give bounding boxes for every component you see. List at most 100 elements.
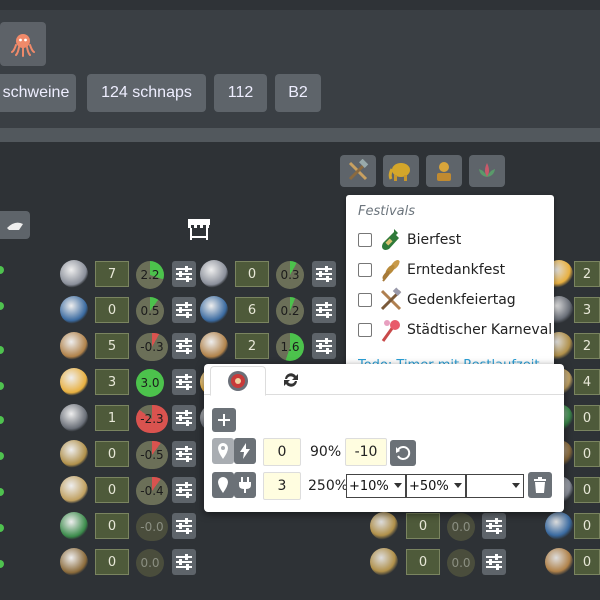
col1-settings-button[interactable] bbox=[172, 513, 196, 539]
col2-balance-indicator: 0.2 bbox=[276, 297, 304, 325]
sliders-icon bbox=[486, 518, 502, 534]
tag-button-b2[interactable]: B2 bbox=[275, 74, 321, 112]
col1-settings-button[interactable] bbox=[172, 441, 196, 467]
lotus-button[interactable] bbox=[469, 155, 505, 187]
festival-item-bierfest[interactable]: Bierfest bbox=[358, 227, 461, 253]
good-icon bbox=[60, 440, 88, 468]
col2-settings-button[interactable] bbox=[312, 297, 336, 323]
festival-item-gedenkfeiertag[interactable]: Gedenkfeiertag bbox=[358, 287, 516, 313]
col4-value[interactable]: 2 bbox=[574, 261, 600, 287]
col1-value[interactable]: 0 bbox=[95, 297, 129, 323]
col1-value[interactable]: 1 bbox=[95, 405, 129, 431]
col1-settings-button[interactable] bbox=[172, 261, 196, 287]
map-pin-icon bbox=[218, 443, 228, 459]
wheat-icon bbox=[382, 260, 400, 282]
sliders-icon bbox=[176, 482, 192, 498]
col1-balance-indicator: -2.3 bbox=[136, 405, 168, 433]
col1-balance-indicator: -0.3 bbox=[136, 333, 168, 361]
col1-settings-button[interactable] bbox=[172, 333, 196, 359]
festivals-header: Festivals bbox=[358, 204, 416, 219]
lightning-icon bbox=[240, 443, 250, 459]
boost-select-1[interactable]: +10% bbox=[346, 474, 406, 498]
festival-label: Gedenkfeiertag bbox=[407, 292, 516, 308]
col3-balance-indicator: 0.0 bbox=[447, 549, 475, 577]
select-value: +50% bbox=[409, 478, 449, 494]
col1-value[interactable]: 0 bbox=[95, 513, 129, 539]
row1-offset-input[interactable]: -10 bbox=[345, 438, 387, 466]
col4-value[interactable]: 2 bbox=[574, 333, 600, 359]
col1-settings-button[interactable] bbox=[172, 549, 196, 575]
col3-value[interactable]: 0 bbox=[406, 513, 440, 539]
sliders-icon bbox=[486, 554, 502, 570]
sliders-icon bbox=[316, 302, 332, 318]
tab-refresh[interactable] bbox=[278, 368, 304, 392]
col2-value[interactable]: 0 bbox=[235, 261, 269, 287]
tag-button-schweine[interactable]: schweine bbox=[0, 74, 76, 112]
col4-value[interactable]: 0 bbox=[574, 549, 600, 575]
electricity-toggle[interactable] bbox=[234, 438, 256, 464]
col4-value[interactable]: 0 bbox=[574, 441, 600, 467]
tag-button-112[interactable]: 112 bbox=[214, 74, 267, 112]
col4-value[interactable]: 0 bbox=[574, 405, 600, 431]
col1-settings-button[interactable] bbox=[172, 405, 196, 431]
octopus-icon bbox=[11, 34, 35, 57]
sliders-icon bbox=[176, 518, 192, 534]
left-tool-button[interactable] bbox=[0, 211, 30, 239]
festival-item-karneval[interactable]: Städtischer Karneval bbox=[358, 317, 552, 343]
good-icon bbox=[60, 296, 88, 324]
sliders-icon bbox=[316, 266, 332, 282]
ship-icon bbox=[7, 222, 23, 230]
undo-button[interactable] bbox=[390, 440, 416, 466]
col1-value[interactable]: 3 bbox=[95, 369, 129, 395]
col1-value[interactable]: 5 bbox=[95, 333, 129, 359]
good-icon bbox=[60, 548, 88, 576]
tag-button-schnaps[interactable]: 124 schnaps bbox=[87, 74, 206, 112]
festival-item-erntedankfest[interactable]: Erntedankfest bbox=[358, 257, 505, 283]
elephant-button[interactable] bbox=[383, 155, 419, 187]
festival-checkbox[interactable] bbox=[358, 293, 372, 307]
delete-button[interactable] bbox=[528, 472, 552, 498]
sliders-icon bbox=[176, 446, 192, 462]
col1-value[interactable]: 7 bbox=[95, 261, 129, 287]
boost-select-3[interactable] bbox=[466, 474, 524, 498]
col2-balance-indicator: 0.3 bbox=[276, 261, 304, 289]
col2-value[interactable]: 2 bbox=[235, 333, 269, 359]
trade-popup: 0 90% -10 3 250% +10% +50% bbox=[204, 364, 564, 512]
col3-settings-button[interactable] bbox=[482, 549, 506, 575]
location-toggle-2[interactable] bbox=[212, 472, 234, 498]
col2-value[interactable]: 6 bbox=[235, 297, 269, 323]
boost-select-2[interactable]: +50% bbox=[406, 474, 466, 498]
col4-value[interactable]: 0 bbox=[574, 477, 600, 503]
col1-settings-button[interactable] bbox=[172, 297, 196, 323]
sliders-icon bbox=[316, 338, 332, 354]
col1-settings-button[interactable] bbox=[172, 477, 196, 503]
festival-label: Bierfest bbox=[407, 232, 462, 248]
col4-value[interactable]: 0 bbox=[574, 513, 600, 539]
festival-tools-button[interactable] bbox=[340, 155, 376, 187]
good-icon bbox=[60, 512, 88, 540]
col3-value[interactable]: 0 bbox=[406, 549, 440, 575]
add-button[interactable] bbox=[212, 408, 236, 432]
monument-button[interactable] bbox=[426, 155, 462, 187]
location-toggle[interactable] bbox=[212, 438, 234, 464]
row2-value-input[interactable]: 3 bbox=[263, 472, 301, 500]
tag-label: 112 bbox=[227, 84, 254, 101]
sliders-icon bbox=[176, 266, 192, 282]
col1-value[interactable]: 0 bbox=[95, 477, 129, 503]
tab-emblem[interactable] bbox=[210, 366, 266, 396]
trash-icon bbox=[534, 477, 546, 493]
festival-checkbox[interactable] bbox=[358, 263, 372, 277]
col4-value[interactable]: 3 bbox=[574, 297, 600, 323]
festival-checkbox[interactable] bbox=[358, 233, 372, 247]
col2-settings-button[interactable] bbox=[312, 333, 336, 359]
col1-settings-button[interactable] bbox=[172, 369, 196, 395]
octopus-button[interactable] bbox=[0, 22, 46, 66]
col3-settings-button[interactable] bbox=[482, 513, 506, 539]
col2-settings-button[interactable] bbox=[312, 261, 336, 287]
col1-value[interactable]: 0 bbox=[95, 549, 129, 575]
col4-value[interactable]: 4 bbox=[574, 369, 600, 395]
row1-value-input[interactable]: 0 bbox=[263, 438, 301, 466]
power-plug-toggle[interactable] bbox=[234, 472, 256, 498]
festival-checkbox[interactable] bbox=[358, 323, 372, 337]
col1-value[interactable]: 0 bbox=[95, 441, 129, 467]
